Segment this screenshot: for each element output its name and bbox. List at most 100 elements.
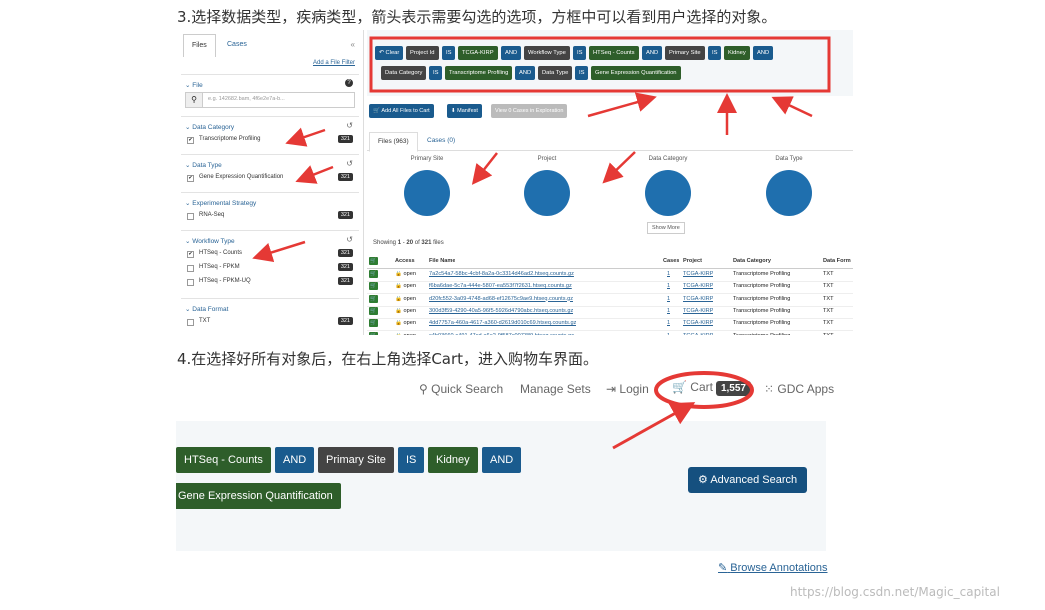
checkbox-checked[interactable]: ✔ — [187, 251, 194, 258]
query-pill[interactable]: HTSeq - Counts — [176, 447, 271, 473]
query-pill[interactable]: Primary Site — [665, 46, 705, 60]
facet-option-htseq-fpkm-uq[interactable]: HTSeq - FPKM-UQ 321 — [185, 277, 355, 289]
file-name-link[interactable]: 4dd7757a-460a-4617-a360-d2619d010c69.hts… — [429, 320, 576, 326]
cases-link[interactable]: 1 — [667, 271, 670, 277]
query-pill[interactable]: IS — [575, 66, 589, 80]
step4-caption: 4.在选择好所有对象后，在右上角选择Cart，进入购物车界面。 — [177, 350, 599, 368]
query-pill[interactable]: Data Category — [381, 66, 427, 80]
pie-chart-primary-site[interactable] — [404, 170, 450, 216]
add-to-cart-icon[interactable]: 🛒 — [369, 331, 378, 335]
view-in-exploration-button[interactable]: View 0 Cases in Exploration — [491, 104, 568, 118]
query-pill[interactable]: Kidney — [428, 447, 478, 473]
facet-option-transcriptome-profiling[interactable]: ✔ Transcriptome Profiling 321 — [185, 135, 355, 147]
query-pill[interactable]: Transcriptome Profiling — [445, 66, 513, 80]
file-name-link[interactable]: c4b03660-c491-47cd-a6e2-9f587c007389.hts… — [429, 333, 574, 336]
project-link[interactable]: TCGA-KIRP — [683, 271, 713, 277]
help-icon[interactable]: ? — [345, 79, 353, 87]
advanced-search-button[interactable]: ⚙ Advanced Search — [688, 467, 808, 493]
search-icon[interactable]: ⚲ — [186, 93, 203, 107]
tab-cases[interactable]: Cases — [219, 34, 255, 56]
add-to-cart-icon[interactable]: 🛒 — [369, 270, 378, 278]
pie-label-data-category: Data Category — [648, 156, 688, 162]
query-pill[interactable]: Data Type — [538, 66, 573, 80]
table-row: 🛒 🔓 open 4dd7757a-460a-4617-a360-d2619d010… — [367, 318, 853, 332]
facet-option-htseq-counts[interactable]: ✔ HTSeq - Counts 321 — [185, 249, 355, 261]
cases-link[interactable]: 1 — [667, 308, 670, 314]
query-pill[interactable]: AND — [482, 447, 522, 473]
gdc-apps-link[interactable]: ⁙ GDC Apps — [764, 382, 834, 396]
reset-icon[interactable]: ↺ — [346, 121, 353, 130]
query-pill[interactable]: Gene Expression Quantification — [591, 66, 681, 80]
add-to-cart-icon[interactable]: 🛒 — [369, 319, 378, 328]
add-to-cart-icon[interactable]: 🛒 — [369, 306, 378, 315]
checkbox[interactable] — [187, 265, 194, 272]
facet-data-category: ⌄ Data Category ↺ ✔ Transcriptome Profil… — [181, 116, 359, 153]
project-link[interactable]: TCGA-KIRP — [683, 333, 713, 336]
cart-icon[interactable]: 🛒 — [369, 257, 378, 265]
query-pill[interactable]: IS — [573, 46, 587, 60]
pie-chart-project[interactable] — [524, 170, 570, 216]
tab-files[interactable]: Files — [183, 34, 216, 57]
query-pill[interactable]: HTSeq - Counts — [589, 46, 639, 60]
tab-cases-count[interactable]: Cases (0) — [419, 132, 463, 150]
login-link[interactable]: ⇥ Login — [606, 382, 649, 396]
pie-chart-data-type[interactable] — [766, 170, 812, 216]
query-pill[interactable]: ↶ Clear — [375, 46, 404, 60]
login-icon: ⇥ — [606, 382, 617, 396]
query-pill[interactable]: Project Id — [406, 46, 439, 60]
facet-option-txt[interactable]: TXT 321 — [185, 317, 355, 329]
manage-sets-link[interactable]: Manage Sets — [520, 382, 591, 396]
checkbox-checked[interactable]: ✔ — [187, 175, 194, 182]
query-pill[interactable]: AND — [642, 46, 663, 60]
project-link[interactable]: TCGA-KIRP — [683, 320, 713, 326]
checkbox-checked[interactable]: ✔ — [187, 137, 194, 144]
search-icon: ⚲ — [419, 382, 428, 396]
facet-option-gene-expression[interactable]: ✔ Gene Expression Quantification 321 — [185, 173, 355, 185]
project-link[interactable]: TCGA-KIRP — [683, 283, 713, 289]
checkbox[interactable] — [187, 319, 194, 326]
add-to-cart-icon[interactable]: 🛒 — [369, 282, 378, 291]
query-pill[interactable]: AND — [501, 46, 522, 60]
query-pill[interactable]: IS — [429, 66, 443, 80]
manifest-button[interactable]: ⬇ Manifest — [447, 104, 482, 118]
file-name-link[interactable]: 300d3f59-4290-40a5-96f5-5926d4790abc.hts… — [429, 308, 573, 314]
query-pill[interactable]: AND — [515, 66, 536, 80]
facet-option-rna-seq[interactable]: RNA-Seq 321 — [185, 211, 355, 223]
checkbox[interactable] — [187, 213, 194, 220]
query-bar: ↶ Clear Project Id IS TCGA-KIRP AND Workflow … — [367, 30, 853, 96]
query-pill[interactable]: AND — [275, 447, 315, 473]
tab-files-count[interactable]: Files (963) — [369, 132, 418, 152]
checkbox[interactable] — [187, 279, 194, 286]
cases-link[interactable]: 1 — [667, 296, 670, 302]
query-pill[interactable]: IS — [398, 447, 425, 473]
pie-chart-data-category[interactable] — [645, 170, 691, 216]
query-pill[interactable]: Primary Site — [318, 447, 394, 473]
project-link[interactable]: TCGA-KIRP — [683, 296, 713, 302]
add-file-filter-link[interactable]: Add a File Filter — [313, 60, 355, 66]
file-name-link[interactable]: 7a2c54a7-58bc-4cbf-8a2a-0c3314d46ad2.hts… — [429, 271, 574, 277]
collapse-icon[interactable]: « — [351, 40, 355, 49]
file-name-link[interactable]: d20fc552-3a09-4748-ad68-ef12675c9ae9.hts… — [429, 296, 573, 302]
facet-option-htseq-fpkm[interactable]: HTSeq - FPKM 321 — [185, 263, 355, 275]
browse-annotations-link[interactable]: ✎ Browse Annotations — [718, 561, 828, 574]
cases-link[interactable]: 1 — [667, 333, 670, 336]
query-pill[interactable]: IS — [442, 46, 456, 60]
cart-link[interactable]: 🛒 Cart 1,557 — [672, 380, 751, 396]
cases-link[interactable]: 1 — [667, 283, 670, 289]
query-pill[interactable]: AND — [753, 46, 774, 60]
show-more-button[interactable]: Show More — [647, 222, 685, 234]
cases-link[interactable]: 1 — [667, 320, 670, 326]
reset-icon[interactable]: ↺ — [346, 235, 353, 244]
add-all-to-cart-button[interactable]: 🛒 Add All Files to Cart — [369, 104, 434, 118]
project-link[interactable]: TCGA-KIRP — [683, 308, 713, 314]
query-pill[interactable]: IS — [708, 46, 722, 60]
query-pill[interactable]: Workflow Type — [524, 46, 570, 60]
quick-search-link[interactable]: ⚲ Quick Search — [419, 382, 503, 396]
add-to-cart-icon[interactable]: 🛒 — [369, 294, 378, 303]
reset-icon[interactable]: ↺ — [346, 159, 353, 168]
query-pill[interactable]: Gene Expression Quantification — [176, 483, 341, 509]
file-search-input[interactable]: ⚲ e.g. 142682.bam, 4f6e2e7a-b... — [185, 92, 355, 108]
query-pill[interactable]: TCGA-KIRP — [458, 46, 498, 60]
query-pill[interactable]: Kidney — [724, 46, 750, 60]
file-name-link[interactable]: f6ba6dae-5c7a-444e-5807-ea553f7f2631.hts… — [429, 283, 572, 289]
